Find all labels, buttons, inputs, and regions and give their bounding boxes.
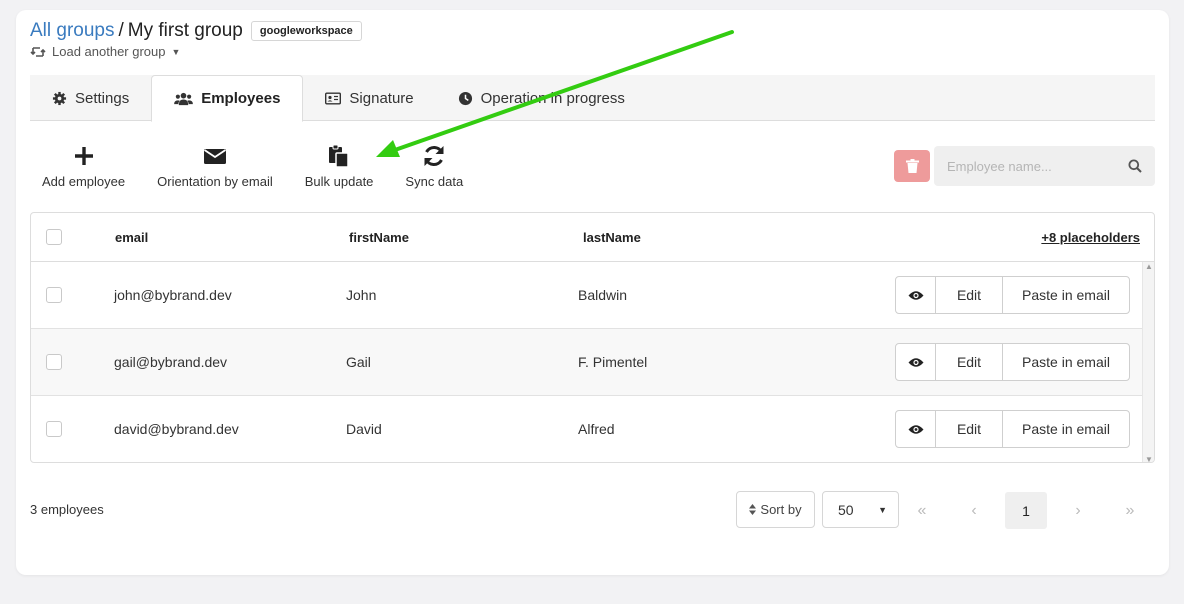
paste-in-email-button[interactable]: Paste in email (1003, 344, 1129, 380)
main-card: All groups / My first group googleworkspac… (16, 10, 1169, 575)
table-row: john@bybrand.dev John Baldwin Edit Paste… (31, 262, 1154, 329)
employee-count: 3 employees (30, 502, 104, 517)
bulk-update-button[interactable]: Bulk update (293, 144, 386, 189)
row-checkbox[interactable] (46, 354, 62, 370)
cell-lastname: Baldwin (578, 287, 628, 303)
eye-icon (908, 290, 923, 300)
caret-down-icon: ▼ (878, 504, 887, 515)
orientation-by-email-label: Orientation by email (157, 174, 273, 189)
employee-search-input[interactable] (934, 158, 1128, 174)
row-actions: Edit Paste in email (895, 343, 1130, 381)
column-header-lastname[interactable]: lastName (583, 230, 641, 245)
preview-button[interactable] (896, 411, 936, 447)
pagination: « ‹ 1 › » (896, 492, 1156, 529)
paste-in-email-button[interactable]: Paste in email (1003, 277, 1129, 313)
clock-icon (458, 91, 472, 105)
eye-icon (908, 424, 923, 434)
sync-data-button[interactable]: Sync data (393, 144, 475, 189)
plus-icon (74, 147, 93, 165)
tab-bar: Settings Employees Signature Operation i… (30, 75, 1155, 122)
tab-operation-in-progress[interactable]: Operation in progress (436, 75, 647, 121)
envelope-icon (203, 149, 226, 164)
employees-table: email firstName lastName +8 placeholders… (30, 212, 1155, 463)
employee-search (934, 146, 1155, 186)
caret-down-icon: ▼ (171, 46, 181, 57)
page-title: All groups / My first group (30, 20, 243, 42)
clipboard-copy-icon (329, 144, 349, 168)
next-page-button[interactable]: › (1052, 492, 1104, 529)
row-checkbox[interactable] (46, 421, 62, 437)
cell-lastname: Alfred (578, 421, 615, 437)
load-another-group-dropdown[interactable]: Load another group ▼ (30, 44, 180, 59)
cell-email: john@bybrand.dev (114, 287, 232, 303)
table-row: david@bybrand.dev David Alfred Edit Past… (31, 396, 1154, 462)
gear-icon (52, 91, 67, 105)
search-icon[interactable] (1128, 159, 1142, 173)
table-header: email firstName lastName +8 placeholders (31, 213, 1154, 262)
tab-operation-label: Operation in progress (480, 89, 625, 107)
add-employee-label: Add employee (42, 174, 126, 189)
eye-icon (908, 357, 923, 367)
sync-data-label: Sync data (405, 174, 464, 189)
tab-settings[interactable]: Settings (30, 75, 151, 121)
retweet-icon (30, 46, 46, 57)
cell-email: gail@bybrand.dev (114, 354, 228, 370)
bulk-update-label: Bulk update (304, 174, 374, 189)
last-page-button[interactable]: » (1104, 492, 1156, 529)
tab-signature-label: Signature (349, 89, 414, 107)
current-page-button[interactable]: 1 (1005, 492, 1047, 529)
all-groups-link[interactable]: All groups (30, 20, 115, 41)
provider-badge: googleworkspace (250, 21, 362, 41)
row-actions: Edit Paste in email (895, 276, 1130, 314)
sort-icon (749, 504, 757, 515)
column-header-email[interactable]: email (115, 230, 148, 245)
cell-firstname: John (346, 287, 377, 303)
tab-employees-label: Employees (201, 90, 281, 107)
edit-button[interactable]: Edit (936, 344, 1003, 380)
sort-by-label: Sort by (760, 502, 802, 517)
per-page-select[interactable]: 50 ▼ (822, 491, 899, 528)
select-all-checkbox[interactable] (46, 229, 62, 245)
row-actions: Edit Paste in email (895, 410, 1130, 448)
tab-signature[interactable]: Signature (303, 75, 435, 121)
users-icon (174, 92, 194, 106)
cell-lastname: F. Pimentel (578, 354, 648, 370)
breadcrumb-separator: / (118, 20, 124, 41)
table-scrollbar[interactable]: ▲ ▼ (1142, 262, 1154, 462)
preview-button[interactable] (896, 344, 936, 380)
sync-icon (424, 145, 444, 167)
cell-email: david@bybrand.dev (114, 421, 239, 437)
per-page-value: 50 (838, 501, 854, 518)
row-checkbox[interactable] (46, 287, 62, 303)
preview-button[interactable] (896, 277, 936, 313)
breadcrumb: All groups / My first group googleworkspac… (30, 20, 362, 42)
tab-employees[interactable]: Employees (151, 75, 304, 122)
employee-toolbar: Add employee Orientation by email Bulk u… (30, 144, 475, 189)
edit-button[interactable]: Edit (936, 411, 1003, 447)
paste-in-email-button[interactable]: Paste in email (1003, 411, 1129, 447)
sort-by-button[interactable]: Sort by (736, 491, 815, 528)
add-employee-button[interactable]: Add employee (30, 144, 137, 189)
id-card-icon (325, 92, 342, 104)
table-row: gail@bybrand.dev Gail F. Pimentel Edit P… (31, 329, 1154, 396)
cell-firstname: Gail (346, 354, 371, 370)
more-placeholders-link[interactable]: +8 placeholders (1041, 230, 1140, 245)
column-header-firstname[interactable]: firstName (349, 230, 409, 245)
orientation-by-email-button[interactable]: Orientation by email (145, 144, 285, 189)
prev-page-button[interactable]: ‹ (948, 492, 1000, 529)
scroll-up-icon[interactable]: ▲ (1145, 262, 1153, 271)
group-name: My first group (127, 20, 243, 41)
tab-settings-label: Settings (75, 89, 130, 107)
load-another-group-label: Load another group (52, 44, 166, 59)
edit-button[interactable]: Edit (936, 277, 1003, 313)
trash-icon (905, 159, 919, 173)
first-page-button[interactable]: « (896, 492, 948, 529)
cell-firstname: David (346, 421, 382, 437)
delete-selected-button[interactable] (894, 150, 930, 182)
scroll-down-icon[interactable]: ▼ (1145, 455, 1153, 462)
